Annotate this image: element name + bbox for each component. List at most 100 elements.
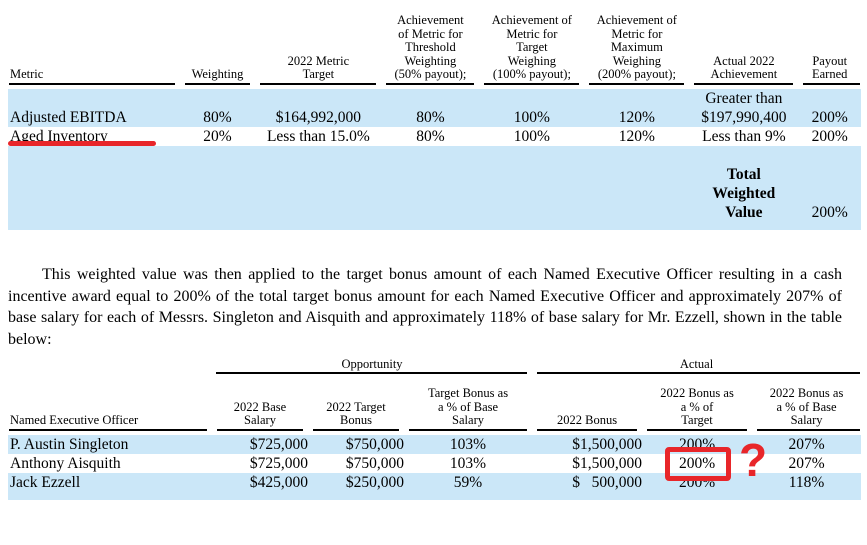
bonus-header-rule-row [8,428,861,435]
cell-base-salary: $725,000 [212,435,308,454]
total-spacer [8,184,690,203]
spacer-weighting [179,89,256,108]
document-page: Metric Weighting 2022 Metric Target Achi… [0,0,867,545]
header-2022-bonus: 2022 Bonus [556,413,618,428]
red-question-mark-annotation: ? [739,434,767,486]
metrics-table: Metric Weighting 2022 Metric Target Achi… [8,0,861,230]
total-value-blank [798,165,861,184]
cell-actual-achievement: Less than 9% [689,127,799,146]
cell-target: 100% [479,108,585,127]
cell-weighting: 80% [179,108,256,127]
header-metric: Metric [10,67,44,82]
metrics-row-adjusted-ebitda-top: Greater than [8,89,861,108]
header-metric-target: 2022 Metric Target [287,53,350,82]
rule-actual [689,82,798,89]
header-base-salary: 2022 Base Salary [233,399,287,428]
cell-payout-earned: 200% [798,108,861,127]
total-row-line2: Weighted [8,184,861,203]
rule-weighting [180,82,256,89]
cell-weighting: 20% [179,127,256,146]
total-row-line3: Value 200% [8,203,861,222]
cell-officer-name: Anthony Aisquith [8,454,212,473]
cell-bonus-pct-salary: 207% [752,435,862,454]
paragraph-text: This weighted value was then applied to … [8,266,842,348]
rule-target [479,82,584,89]
spanner-empty [8,357,212,372]
header-weighting: Weighting [191,67,244,82]
rule-metric-target [255,82,381,89]
total-row-line1: Total [8,165,861,184]
spacer-payout [798,89,861,108]
rule-base-salary [212,428,308,435]
spacer-target [479,89,585,108]
header-target-bonus-pct-salary: Target Bonus as a % of Base Salary [427,386,509,428]
rule-metric [8,82,180,89]
header-maximum-weighing: Achievement of Metric for Maximum Weighi… [596,13,677,82]
cell-bonus-pct-target: 200% [642,454,753,473]
total-row-line4 [8,222,861,230]
bonus-table-block: Opportunity Actual Named Executive Offic… [0,357,862,500]
rule-2022-bonus [532,428,642,435]
metrics-table-block: Metric Weighting 2022 Metric Target Achi… [0,0,861,230]
bonus-bottom-spacer [8,492,862,500]
total-spacer [8,203,690,222]
cell-target-bonus: $250,000 [308,473,404,492]
cell-bonus-pct-salary: 118% [752,473,862,492]
cell-bonus-pct-salary: 207% [752,454,862,473]
rule-bonus-pct-target [642,428,752,435]
cell-target-bonus: $750,000 [308,435,404,454]
rule-target-bonus-pct [404,428,532,435]
cell-metric-name: Adjusted EBITDA [8,108,180,127]
cell-bonus-pct-target: 200% [642,435,753,454]
total-label-value: Value [689,203,799,222]
body-paragraph-block: This weighted value was then applied to … [0,264,848,350]
total-weighted-value: 200% [798,203,861,222]
spacer-maximum [584,89,690,108]
cell-maximum: 120% [584,108,690,127]
header-target-weighing: Achievement of Metric for Target Weighin… [491,13,572,82]
spacer-metric-target [255,89,382,108]
cell-officer-name: P. Austin Singleton [8,435,212,454]
rule-maximum [584,82,689,89]
cell-payout-earned: 200% [798,127,861,146]
cell-threshold: 80% [381,108,480,127]
header-target-bonus: 2022 Target Bonus [326,399,386,428]
header-bonus-pct-salary: 2022 Bonus as a % of Base Salary [769,386,844,428]
total-bottom-spacer [8,222,861,230]
rule-threshold [381,82,479,89]
spacer-threshold [381,89,480,108]
cell-2022-bonus: $1,500,000 [532,435,643,454]
cell-target-bonus: $750,000 [308,454,404,473]
header-bonus-pct-target: 2022 Bonus as a % of Target [660,386,734,428]
total-label-total: Total [689,165,799,184]
spanner-opportunity: Opportunity [341,357,403,371]
rule-payout [798,82,861,89]
bonus-bottom-spacer-row [8,492,862,500]
cell-threshold: 80% [381,127,480,146]
bonus-row-aisquith: Anthony Aisquith $725,000 $750,000 103% … [8,454,862,473]
cell-base-salary: $425,000 [212,473,308,492]
bonus-spanner-row: Opportunity Actual [8,357,861,372]
header-officer: Named Executive Officer [10,413,139,428]
cell-target-bonus-pct: 103% [404,454,533,473]
rule-target-bonus [308,428,404,435]
metrics-row-adjusted-ebitda: Adjusted EBITDA 80% $164,992,000 80% 100… [8,108,861,127]
header-actual-achievement: Actual 2022 Achievement [710,53,778,82]
rule-officer [8,428,212,435]
cell-maximum: 120% [584,127,690,146]
total-value-blank [798,184,861,203]
cell-officer-name: Jack Ezzell [8,473,212,492]
total-value-blank [798,146,861,165]
bonus-header-row: Named Executive Officer 2022 Base Salary… [8,374,861,428]
cell-2022-bonus: $1,500,000 [532,454,643,473]
bonus-row-singleton: P. Austin Singleton $725,000 $750,000 10… [8,435,862,454]
cell-metric-target: $164,992,000 [255,108,382,127]
total-label-weighted: Weighted [689,184,799,203]
cell-target-bonus-pct: 59% [404,473,533,492]
cell-metric-target: Less than 15.0% [255,127,382,146]
total-spacer [8,146,690,165]
body-paragraph: This weighted value was then applied to … [0,264,848,350]
cell-target: 100% [479,127,585,146]
red-underline-annotation [8,141,156,146]
bonus-row-ezzell: Jack Ezzell $425,000 $250,000 59% $ 500,… [8,473,862,492]
